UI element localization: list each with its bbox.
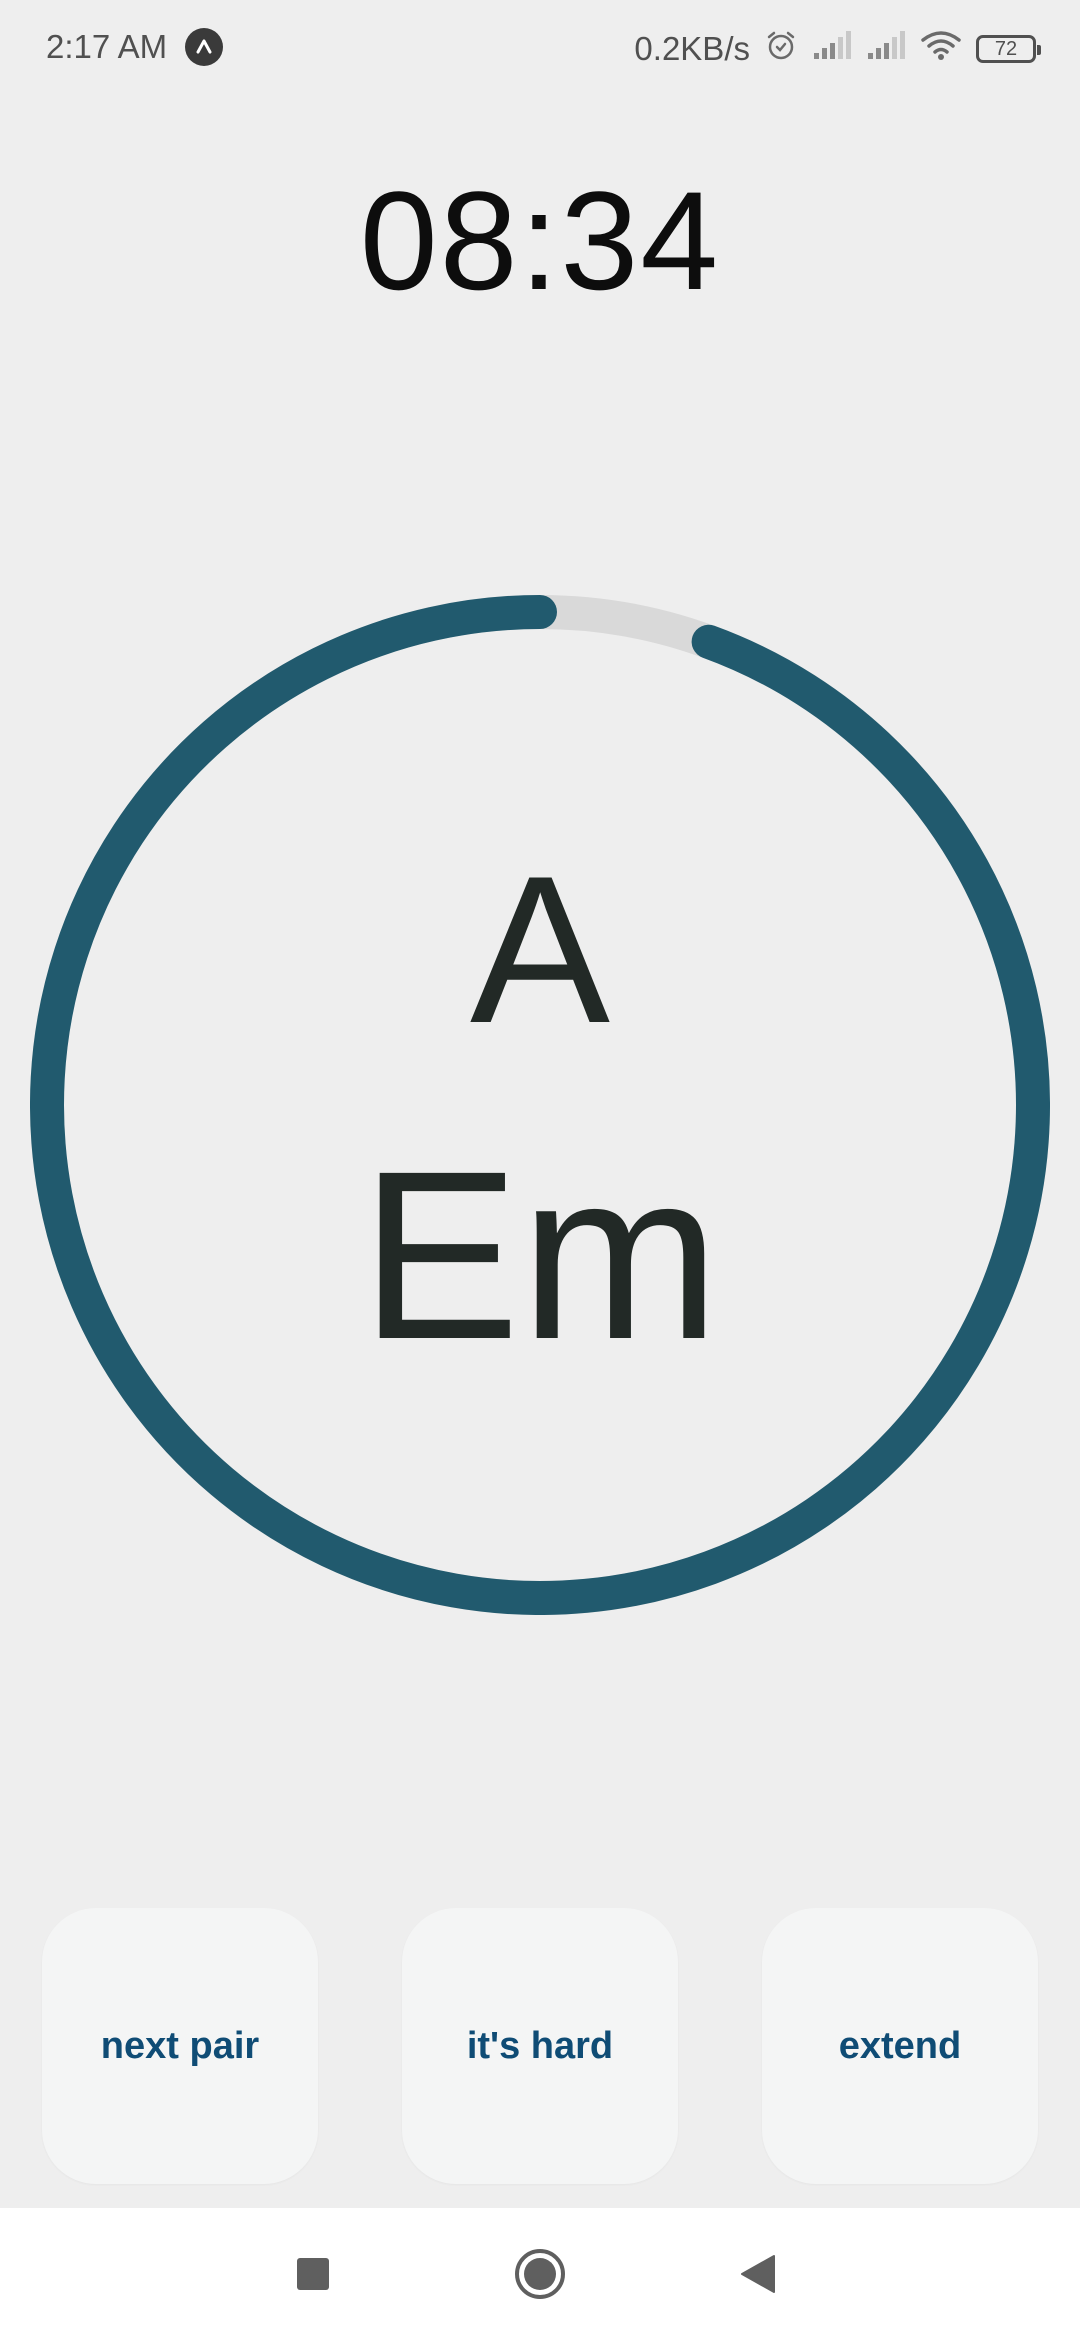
- recent-apps-icon[interactable]: [283, 2244, 343, 2304]
- action-button-row: next pair it's hard extend: [42, 1908, 1038, 2184]
- current-chord: A: [469, 832, 611, 1067]
- signal-icon: [812, 29, 852, 69]
- countdown-timer: 08:34: [359, 162, 721, 319]
- battery-icon: 72: [976, 35, 1041, 63]
- back-icon[interactable]: [728, 2244, 788, 2304]
- navigation-bar: [0, 2208, 1080, 2340]
- status-left: 2:17 AM: [46, 28, 224, 66]
- status-bar: 2:17 AM 0.2KB/s 72: [0, 0, 1080, 96]
- screen: 2:17 AM 0.2KB/s 72 08:34 A Em next pair …: [0, 0, 1080, 2340]
- net-speed: 0.2KB/s: [634, 30, 750, 67]
- signal-icon: [866, 29, 906, 69]
- extend-button[interactable]: extend: [762, 1908, 1038, 2184]
- app-badge-icon: [185, 28, 224, 66]
- wifi-icon: [920, 28, 962, 70]
- next-chord: Em: [360, 1121, 720, 1389]
- progress-ring-arc: [30, 595, 1050, 1615]
- home-icon[interactable]: [510, 2244, 570, 2304]
- its-hard-button[interactable]: it's hard: [402, 1908, 678, 2184]
- battery-level: 72: [994, 37, 1018, 60]
- status-time: 2:17 AM: [46, 28, 168, 65]
- alarm-icon: [764, 28, 798, 70]
- status-right: 0.2KB/s 72: [634, 28, 1041, 70]
- next-pair-button[interactable]: next pair: [42, 1908, 318, 2184]
- progress-ring: A Em: [30, 595, 1050, 1615]
- progress-ring-svg: [30, 595, 1050, 1615]
